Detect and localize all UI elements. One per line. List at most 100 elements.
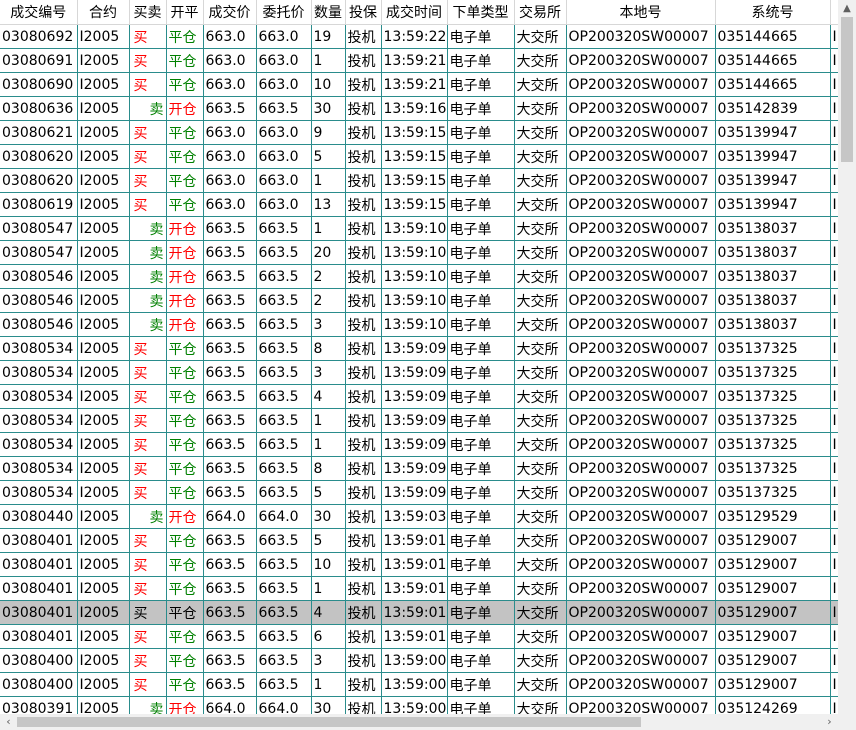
vertical-scrollbar[interactable]: ▲ [838,0,856,714]
col-header-more[interactable]: … [830,0,838,25]
col-header-local-id[interactable]: 本地号 [566,0,716,25]
system-id-cell: 035139947 [715,192,831,217]
trade-id-cell: 03080546 [0,288,78,313]
system-id-cell: 035137325 [715,408,831,433]
extra-cell: I [830,672,838,697]
local-id-cell: OP200320SW00007 [566,408,716,433]
col-header-system-id[interactable]: 系统号 [715,0,831,25]
exchange-cell: 大交所 [514,96,567,121]
table-row[interactable]: 03080401 I2005 买平仓 663.5 663.5 1 投机 13:59:01 电子单… [0,576,838,601]
order-price-cell: 664.0 [256,504,312,529]
side-cell: 买 [129,384,167,409]
table-row[interactable]: 03080619 I2005 买平仓 663.0 663.0 13 投机 13:59:15 电子… [0,192,838,217]
order-type-cell: 电子单 [447,240,515,265]
extra-cell: I [830,48,838,73]
table-row[interactable]: 03080400 I2005 买平仓 663.5 663.5 3 投机 13:59:00 电子单… [0,648,838,673]
table-row[interactable]: 03080691 I2005 买平仓 663.0 663.0 1 投机 13:59:21 电子单… [0,48,838,73]
table-row[interactable]: 03080546 I2005 卖开仓 663.5 663.5 2 投机 13:59:10 电子单… [0,288,838,313]
system-id-cell: 035142839 [715,96,831,121]
trade-id-cell: 03080400 [0,672,78,697]
open-close-cell: 平仓 [166,144,204,169]
horizontal-scroll-thumb[interactable] [17,717,641,727]
table-row[interactable]: 03080620 I2005 买平仓 663.0 663.0 5 投机 13:59:15 电子单… [0,144,838,169]
trade-id-cell: 03080400 [0,648,78,673]
table-row[interactable]: 03080690 I2005 买平仓 663.0 663.0 10 投机 13:59:21 电子… [0,72,838,97]
table-row[interactable]: 03080546 I2005 卖开仓 663.5 663.5 2 投机 13:59:10 电子单… [0,264,838,289]
col-header-price[interactable]: 成交价 [203,0,257,25]
table-row[interactable]: 03080547 I2005 卖开仓 663.5 663.5 20 投机 13:59:10 电子… [0,240,838,265]
col-header-exchange[interactable]: 交易所 [514,0,567,25]
price-cell: 663.5 [203,360,257,385]
exchange-cell: 大交所 [514,168,567,193]
quantity-cell: 5 [311,528,346,553]
quantity-cell: 3 [311,360,346,385]
table-row[interactable]: 03080401 I2005 买平仓 663.5 663.5 10 投机 13:59:01 电子… [0,552,838,577]
horizontal-scrollbar[interactable]: ‹ › [0,714,838,730]
table-row[interactable]: 03080534 I2005 买平仓 663.5 663.5 1 投机 13:59:09 电子单… [0,432,838,457]
local-id-cell: OP200320SW00007 [566,504,716,529]
table-row[interactable]: 03080534 I2005 买平仓 663.5 663.5 8 投机 13:59:09 电子单… [0,336,838,361]
contract-cell: I2005 [77,264,130,289]
table-row[interactable]: 03080534 I2005 买平仓 663.5 663.5 8 投机 13:59:09 电子单… [0,456,838,481]
exchange-cell: 大交所 [514,360,567,385]
open-close-cell: 开仓 [166,696,204,714]
table-row[interactable]: 03080401 I2005 买平仓 663.5 663.5 6 投机 13:59:01 电子单… [0,624,838,649]
trade-id-cell: 03080636 [0,96,78,121]
table-row[interactable]: 03080534 I2005 买平仓 663.5 663.5 4 投机 13:59:09 电子单… [0,384,838,409]
open-close-cell: 平仓 [166,600,204,625]
local-id-cell: OP200320SW00007 [566,168,716,193]
right-arrow-icon[interactable]: › [821,714,838,730]
order-type-cell: 电子单 [447,288,515,313]
col-header-trade-time[interactable]: 成交时间 [381,0,448,25]
col-header-quantity[interactable]: 数量 [311,0,346,25]
table-row[interactable]: 03080636 I2005 卖开仓 663.5 663.5 30 投机 13:59:16 电子… [0,96,838,121]
table-row[interactable]: 03080534 I2005 买平仓 663.5 663.5 5 投机 13:59:09 电子单… [0,480,838,505]
contract-cell: I2005 [77,504,130,529]
table-row[interactable]: 03080400 I2005 买平仓 663.5 663.5 1 投机 13:59:00 电子单… [0,672,838,697]
vertical-scroll-thumb[interactable] [841,17,853,162]
price-cell: 664.0 [203,696,257,714]
col-header-contract[interactable]: 合约 [77,0,130,25]
trade-id-cell: 03080619 [0,192,78,217]
col-header-trade-id[interactable]: 成交编号 [0,0,78,25]
exchange-cell: 大交所 [514,312,567,337]
open-close-cell: 平仓 [166,192,204,217]
table-row[interactable]: 03080401 I2005 买平仓 663.5 663.5 5 投机 13:59:01 电子单… [0,528,838,553]
exchange-cell: 大交所 [514,192,567,217]
table-row[interactable]: 03080534 I2005 买平仓 663.5 663.5 3 投机 13:59:09 电子单… [0,360,838,385]
exchange-cell: 大交所 [514,216,567,241]
side-cell: 买 [129,456,167,481]
hedge-cell: 投机 [345,384,382,409]
table-row[interactable]: 03080440 I2005 卖开仓 664.0 664.0 30 投机 13:59:03 电子… [0,504,838,529]
table-row[interactable]: 03080401 I2005 买平仓 663.5 663.5 4 投机 13:59:01 电子单… [0,600,838,625]
table-row[interactable]: 03080692 I2005 买平仓 663.0 663.0 19 投机 13:59:22 电子… [0,24,838,49]
extra-cell: I [830,264,838,289]
contract-cell: I2005 [77,192,130,217]
left-arrow-icon[interactable]: ‹ [0,714,17,730]
table-row[interactable]: 03080534 I2005 买平仓 663.5 663.5 1 投机 13:59:09 电子单… [0,408,838,433]
table-row[interactable]: 03080621 I2005 买平仓 663.0 663.0 9 投机 13:59:15 电子单… [0,120,838,145]
open-close-cell: 平仓 [166,408,204,433]
table-row[interactable]: 03080547 I2005 卖开仓 663.5 663.5 1 投机 13:59:10 电子单… [0,216,838,241]
table-row[interactable]: 03080391 I2005 卖开仓 664.0 664.0 30 投机 13:59:00 电子… [0,696,838,714]
col-header-side[interactable]: 买卖 [129,0,167,25]
trade-time-cell: 13:59:10 [381,216,448,241]
col-header-open-close[interactable]: 开平 [166,0,204,25]
exchange-cell: 大交所 [514,24,567,49]
table-row[interactable]: 03080546 I2005 卖开仓 663.5 663.5 3 投机 13:59:10 电子单… [0,312,838,337]
side-cell: 买 [129,576,167,601]
table-row[interactable]: 03080620 I2005 买平仓 663.0 663.0 1 投机 13:59:15 电子单… [0,168,838,193]
side-cell: 买 [129,600,167,625]
order-type-cell: 电子单 [447,144,515,169]
col-header-order-type[interactable]: 下单类型 [447,0,515,25]
exchange-cell: 大交所 [514,624,567,649]
contract-cell: I2005 [77,672,130,697]
contract-cell: I2005 [77,408,130,433]
col-header-hedge[interactable]: 投保 [345,0,382,25]
extra-cell: I [830,600,838,625]
col-header-order-price[interactable]: 委托价 [256,0,312,25]
trade-time-cell: 13:59:09 [381,408,448,433]
order-price-cell: 663.5 [256,384,312,409]
up-arrow-icon[interactable]: ▲ [838,0,856,17]
side-cell: 卖 [129,504,167,529]
